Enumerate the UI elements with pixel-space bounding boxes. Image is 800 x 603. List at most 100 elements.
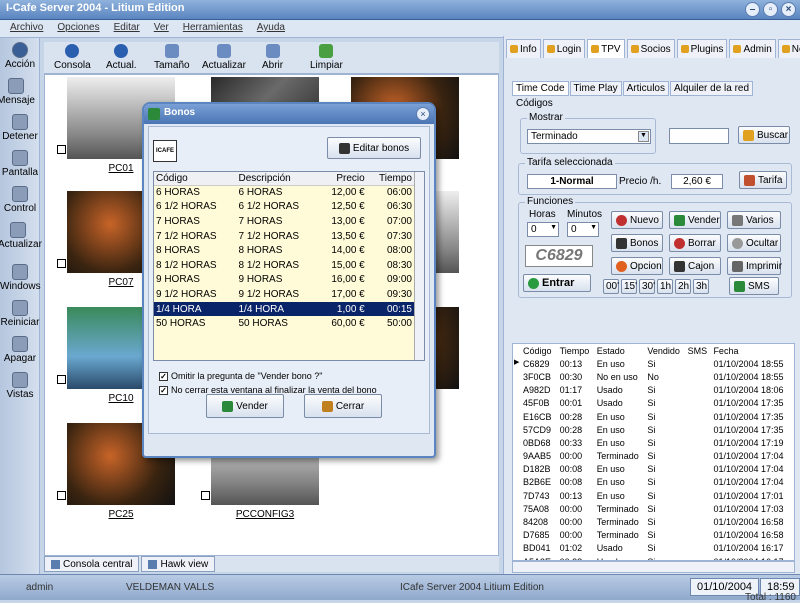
- table-row[interactable]: D7685 00:00 Terminado Si 01/10/2004 16:58: [513, 529, 793, 542]
- entrar-button[interactable]: Entrar: [523, 274, 591, 292]
- table-row[interactable]: 7 1/2 HORAS 7 1/2 HORAS 13,50 € 07:30: [154, 229, 414, 244]
- quick-00-button[interactable]: 00': [603, 279, 619, 294]
- pc-label[interactable]: PC25: [67, 509, 175, 520]
- chevron-down-icon[interactable]: ▼: [590, 224, 597, 231]
- table-row[interactable]: 7 HORAS 7 HORAS 13,00 € 07:00: [154, 214, 414, 229]
- quick-30-button[interactable]: 30': [639, 279, 655, 294]
- tab-consola-central[interactable]: Consola central: [44, 556, 140, 572]
- sidebar-control[interactable]: Control: [0, 186, 40, 214]
- table-row[interactable]: 8 1/2 HORAS 8 1/2 HORAS 15,00 € 08:30: [154, 258, 414, 273]
- menu-opciones[interactable]: Opciones: [57, 22, 99, 35]
- pc-checkbox[interactable]: [57, 491, 66, 500]
- sidebar-windows[interactable]: Windows: [0, 264, 41, 292]
- ocultar-button[interactable]: Ocultar: [727, 234, 781, 252]
- table-row[interactable]: D182B 00:08 En uso Si 01/10/2004 17:04: [513, 463, 793, 476]
- tarifa-button[interactable]: Tarifa: [739, 171, 787, 189]
- sidebar-pantalla[interactable]: Pantalla: [0, 150, 40, 178]
- code-list-scrollbar[interactable]: [512, 561, 795, 573]
- toolbar-consola[interactable]: Consola: [54, 44, 91, 71]
- table-row[interactable]: 57CD9 00:28 En uso Si 01/10/2004 17:35: [513, 423, 793, 436]
- pc-checkbox[interactable]: [57, 375, 66, 384]
- varios-button[interactable]: Varios: [727, 211, 781, 229]
- subtab-alquiler[interactable]: Alquiler de la red: [670, 81, 754, 96]
- editar-bonos-button[interactable]: Editar bonos: [327, 137, 421, 159]
- table-row[interactable]: 8 HORAS 8 HORAS 14,00 € 08:00: [154, 243, 414, 258]
- search-input[interactable]: [669, 128, 729, 144]
- pc-checkbox[interactable]: [201, 491, 210, 500]
- table-row[interactable]: A982D 01:17 Usado Si 01/10/2004 18:06: [513, 384, 793, 397]
- subtab-time-play[interactable]: Time Play: [569, 81, 622, 96]
- subtab-time-code[interactable]: Time Code: [512, 81, 569, 96]
- table-row[interactable]: BD041 01:02 Usado Si 01/10/2004 16:17: [513, 542, 793, 555]
- toolbar-actual[interactable]: Actual.: [106, 44, 137, 71]
- sidebar-mensaje[interactable]: Mensaje: [0, 78, 36, 106]
- table-row[interactable]: 9 HORAS 9 HORAS 16,00 € 09:00: [154, 273, 414, 288]
- dialog-cerrar-button[interactable]: Cerrar: [304, 394, 382, 418]
- tab-socios[interactable]: Socios: [626, 39, 675, 58]
- omitir-checkbox[interactable]: ✓ Omitir la pregunta de "Vender bono ?": [159, 371, 322, 381]
- quick-1h-button[interactable]: 1h: [657, 279, 673, 294]
- menu-ver[interactable]: Ver: [154, 22, 169, 35]
- menu-ayuda[interactable]: Ayuda: [257, 22, 285, 35]
- table-row[interactable]: 84208 00:00 Terminado Si 01/10/2004 16:58: [513, 515, 793, 528]
- toolbar-tamano[interactable]: Tamaño: [154, 44, 190, 71]
- opcion-button[interactable]: Opcion: [611, 257, 663, 275]
- minimize-button[interactable]: –: [745, 2, 760, 17]
- chevron-down-icon[interactable]: ▼: [550, 224, 557, 231]
- tab-news[interactable]: News: [777, 39, 800, 58]
- table-row[interactable]: 7D743 00:13 En uso Si 01/10/2004 17:01: [513, 489, 793, 502]
- tab-tpv[interactable]: TPV: [587, 39, 625, 58]
- borrar-button[interactable]: Borrar: [669, 234, 721, 252]
- table-row[interactable]: 9 1/2 HORAS 9 1/2 HORAS 17,00 € 09:30: [154, 287, 414, 302]
- buscar-button[interactable]: Buscar: [738, 126, 790, 144]
- quick-15-button[interactable]: 15': [621, 279, 637, 294]
- table-row[interactable]: 9AAB5 00:00 Terminado Si 01/10/2004 17:04: [513, 450, 793, 463]
- sms-button[interactable]: SMS: [729, 277, 779, 295]
- pc-label[interactable]: PCCONFIG3: [211, 509, 319, 520]
- table-row[interactable]: 6 1/2 HORAS 6 1/2 HORAS 12,50 € 06:30: [154, 200, 414, 215]
- table-row[interactable]: 50 HORAS 50 HORAS 60,00 € 50:00: [154, 316, 414, 331]
- dialog-vender-button[interactable]: Vender: [206, 394, 284, 418]
- toolbar-abrir[interactable]: Abrir: [262, 44, 283, 71]
- quick-2h-button[interactable]: 2h: [675, 279, 691, 294]
- table-row[interactable]: E16CB 00:28 En uso Si 01/10/2004 17:35: [513, 410, 793, 423]
- pc-checkbox[interactable]: [57, 259, 66, 268]
- tab-plugins[interactable]: Plugins: [676, 39, 728, 58]
- sidebar-accion[interactable]: Acción: [0, 42, 40, 70]
- dialog-close-icon[interactable]: ×: [416, 107, 430, 121]
- minutos-select[interactable]: 0 ▼: [567, 222, 599, 237]
- table-row[interactable]: C6829 ▶ 00:13 En uso Si 01/10/2004 18:55: [513, 357, 793, 370]
- bonos-table-scrollbar[interactable]: [414, 172, 424, 360]
- sidebar-detener[interactable]: Detener: [0, 114, 40, 142]
- tab-info[interactable]: Info: [506, 39, 541, 58]
- table-row[interactable]: 1/4 HORA 1/4 HORA 1,00 €00:15: [154, 301, 414, 317]
- quick-3h-button[interactable]: 3h: [693, 279, 709, 294]
- mostrar-select[interactable]: Terminado ▼: [527, 129, 651, 144]
- table-row[interactable]: B2B6E 00:08 En uso Si 01/10/2004 17:04: [513, 476, 793, 489]
- tab-login[interactable]: Login: [542, 39, 586, 58]
- horas-select[interactable]: 0 ▼: [527, 222, 559, 237]
- pc-checkbox[interactable]: [57, 145, 66, 154]
- table-row[interactable]: 0BD68 00:33 En uso Si 01/10/2004 17:19: [513, 436, 793, 449]
- table-row[interactable]: 45F0B 00:01 Usado Si 01/10/2004 17:35: [513, 397, 793, 410]
- menu-herramientas[interactable]: Herramientas: [183, 22, 243, 35]
- chevron-down-icon[interactable]: ▼: [638, 131, 649, 142]
- tab-hawk-view[interactable]: Hawk view: [141, 556, 216, 572]
- table-row[interactable]: 3F0CB 00:30 No en uso No 01/10/2004 18:55: [513, 370, 793, 383]
- sidebar-reiniciar[interactable]: Reiniciar: [0, 300, 40, 328]
- cajon-button[interactable]: Cajon: [669, 257, 721, 275]
- table-row[interactable]: 6 HORAS 6 HORAS 12,00 € 06:00: [154, 185, 414, 200]
- menu-archivo[interactable]: Archivo: [10, 22, 43, 35]
- sidebar-vistas[interactable]: Vistas: [0, 372, 40, 400]
- table-row[interactable]: 75A08 00:00 Terminado Si 01/10/2004 17:03: [513, 502, 793, 515]
- bonos-button[interactable]: Bonos: [611, 234, 663, 252]
- close-button[interactable]: ×: [781, 2, 796, 17]
- toolbar-limpiar[interactable]: Limpiar: [310, 44, 343, 71]
- restore-button[interactable]: ▫: [763, 2, 778, 17]
- vender-button[interactable]: Vender: [669, 211, 721, 229]
- nuevo-button[interactable]: Nuevo: [611, 211, 663, 229]
- imprimir-button[interactable]: Imprimir: [727, 257, 782, 275]
- subtab-articulos[interactable]: Articulos: [622, 81, 669, 96]
- sidebar-actualizar[interactable]: Actualizar: [0, 222, 42, 250]
- sidebar-apagar[interactable]: Apagar: [0, 336, 40, 364]
